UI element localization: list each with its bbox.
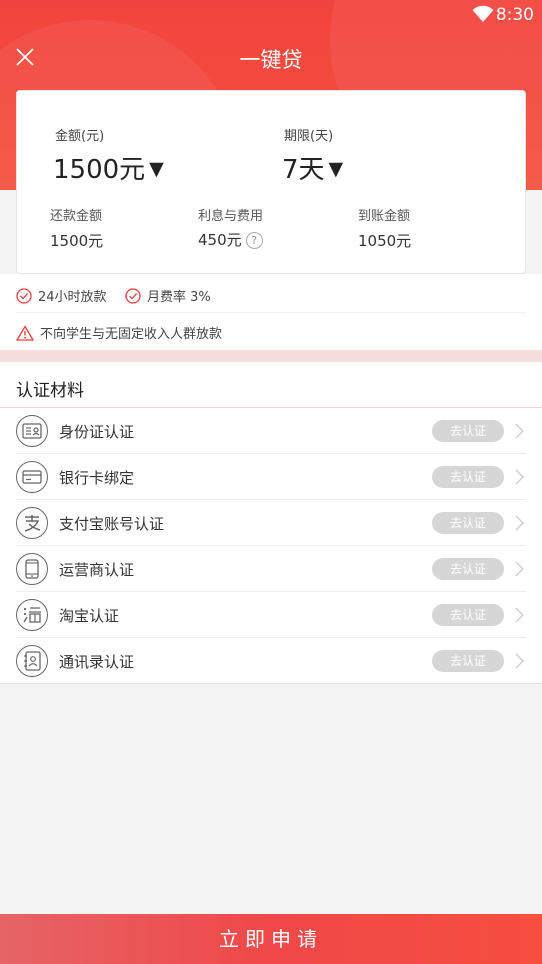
term-value: 7天 <box>282 155 325 185</box>
status-time: 8:30 <box>495 5 534 25</box>
verify-button[interactable]: 去认证 <box>432 650 504 672</box>
term-label: 期限(天) <box>284 129 334 144</box>
chevron-right-icon <box>515 653 524 669</box>
bank-card-icon <box>16 461 48 493</box>
check-circle-icon <box>125 287 141 304</box>
repay-label: 还款金额 <box>50 209 103 224</box>
title-bar: 一键贷 <box>0 30 542 86</box>
material-row-taobao[interactable]: 淘宝认证 去认证 <box>16 592 526 638</box>
receive-value: 1050元 <box>358 232 412 250</box>
material-row-alipay[interactable]: 支付宝账号认证 去认证 <box>16 500 526 546</box>
term-selector[interactable]: 7天 ▼ <box>282 149 343 186</box>
taobao-icon <box>16 599 48 631</box>
material-label: 淘宝认证 <box>59 606 120 625</box>
fee-value: 450元 <box>198 231 242 249</box>
page-title: 一键贷 <box>239 48 303 72</box>
badge-monthly-rate: 月费率 3% <box>125 286 211 305</box>
apply-button[interactable]: 立即申请 <box>0 914 542 964</box>
verify-button[interactable]: 去认证 <box>432 466 504 488</box>
material-row-contacts[interactable]: 通讯录认证 去认证 <box>16 638 526 684</box>
warning-icon <box>16 324 34 341</box>
warning-text: 不向学生与无固定收入人群放款 <box>40 327 223 342</box>
phone-icon <box>16 553 48 585</box>
section-divider-band <box>0 350 542 362</box>
material-row-bank-card[interactable]: 银行卡绑定 去认证 <box>16 454 526 500</box>
fee-info: 450元? <box>198 229 263 250</box>
material-label: 银行卡绑定 <box>59 468 135 487</box>
amount-value: 1500元 <box>53 155 146 185</box>
material-label: 运营商认证 <box>59 560 135 579</box>
warning-note: 不向学生与无固定收入人群放款 <box>16 323 222 342</box>
badge-fast-loan-text: 24小时放款 <box>38 290 107 305</box>
amount-label: 金额(元) <box>55 129 105 144</box>
loan-notes: 24小时放款 月费率 3% 不向学生与无固定收入人群放款 <box>0 274 542 350</box>
material-label: 通讯录认证 <box>59 652 135 671</box>
check-circle-icon <box>16 287 32 304</box>
amount-selector[interactable]: 1500元 ▼ <box>53 149 164 186</box>
contacts-icon <box>16 645 48 677</box>
verify-button[interactable]: 去认证 <box>432 558 504 580</box>
receive-label: 到账金额 <box>358 209 411 224</box>
chevron-right-icon <box>515 561 524 577</box>
verify-button[interactable]: 去认证 <box>432 420 504 442</box>
repay-value: 1500元 <box>50 232 104 250</box>
material-label: 身份证认证 <box>59 422 135 441</box>
divider <box>16 312 526 313</box>
loan-card: 金额(元) 1500元 ▼ 期限(天) 7天 ▼ 还款金额 1500元 利息与费用 … <box>16 90 526 274</box>
wifi-icon <box>472 5 494 28</box>
chevron-right-icon <box>515 423 524 439</box>
material-row-carrier[interactable]: 运营商认证 去认证 <box>16 546 526 592</box>
material-row-id-card[interactable]: 身份证认证 去认证 <box>16 408 526 454</box>
badge-monthly-rate-text: 月费率 3% <box>147 290 211 305</box>
dropdown-triangle-icon: ▼ <box>328 158 344 180</box>
dropdown-triangle-icon: ▼ <box>149 158 164 180</box>
fee-label: 利息与费用 <box>198 209 264 224</box>
chevron-right-icon <box>515 607 524 623</box>
badge-fast-loan: 24小时放款 <box>16 286 107 305</box>
chevron-right-icon <box>515 469 524 485</box>
material-label: 支付宝账号认证 <box>59 514 165 533</box>
verify-button[interactable]: 去认证 <box>432 604 504 626</box>
id-card-icon <box>16 415 48 447</box>
question-mark-icon[interactable]: ? <box>245 232 263 249</box>
status-bar: 8:30 <box>0 0 542 30</box>
materials-section: 认证材料 身份证认证 去认证 银行卡绑定 去认证 支付宝账号认证 去认证 运营商… <box>0 362 542 684</box>
alipay-icon <box>16 507 48 539</box>
materials-title: 认证材料 <box>16 381 84 401</box>
chevron-right-icon <box>515 515 524 531</box>
verify-button[interactable]: 去认证 <box>432 512 504 534</box>
